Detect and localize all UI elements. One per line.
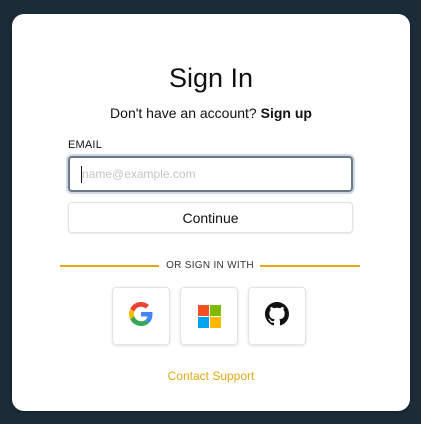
google-icon: [129, 301, 153, 331]
text-cursor: [81, 166, 82, 183]
divider-line-right: [260, 265, 360, 267]
sign-in-card: Sign In Don't have an account? Sign up E…: [12, 14, 410, 411]
signup-prompt-line: Don't have an account? Sign up: [12, 104, 410, 122]
github-icon: [265, 301, 289, 331]
continue-button[interactable]: Continue: [68, 202, 353, 233]
page-title: Sign In: [168, 63, 254, 93]
google-sign-in-button[interactable]: [112, 287, 170, 345]
contact-support-link[interactable]: Contact Support: [12, 369, 410, 383]
microsoft-icon: [197, 304, 221, 328]
signup-prompt-text: Don't have an account?: [110, 105, 257, 121]
microsoft-sign-in-button[interactable]: [180, 287, 238, 345]
sign-up-link[interactable]: Sign up: [261, 105, 312, 121]
sign-in-with-divider: OR SIGN IN WITH: [60, 259, 360, 273]
email-label: EMAIL: [68, 139, 103, 151]
email-input[interactable]: [68, 156, 353, 192]
github-sign-in-button[interactable]: [248, 287, 306, 345]
